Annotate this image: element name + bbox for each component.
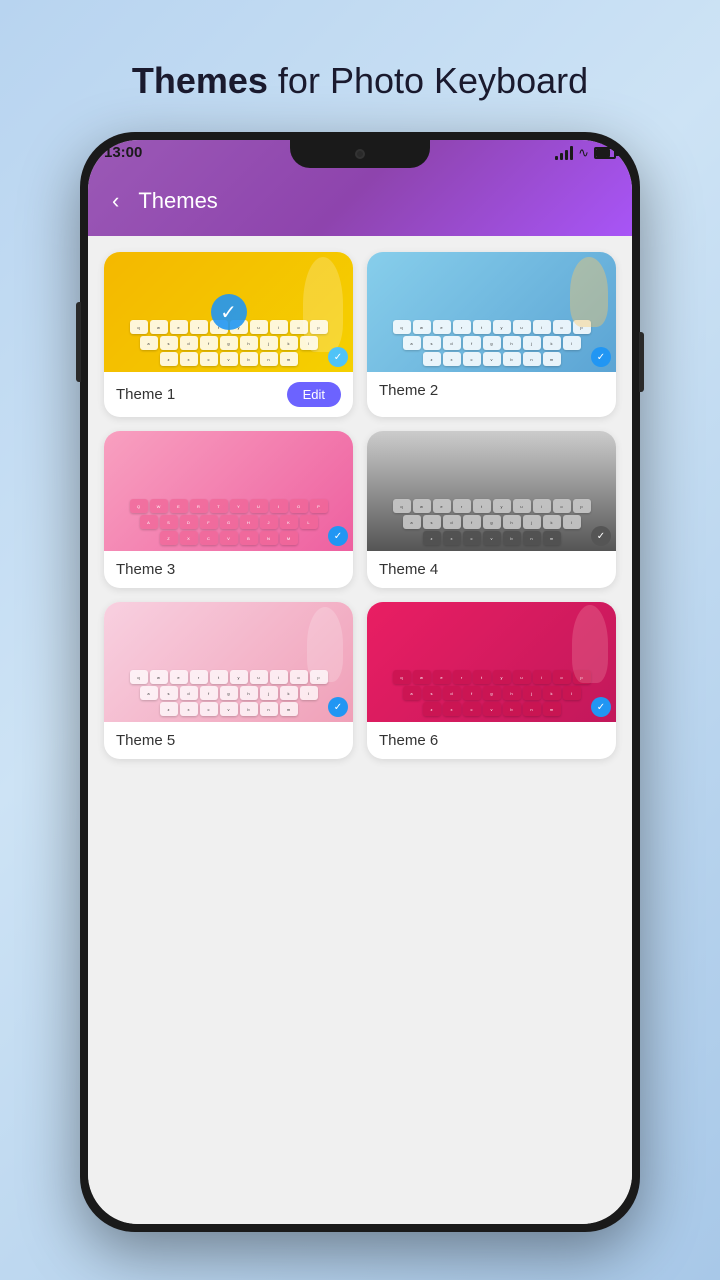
theme-6-preview: qwertyuiop asdfghjkl zxcvbnm ✓ xyxy=(367,602,616,722)
theme-card-4[interactable]: qwertyuiop asdfghjkl zxcvbnm ✓ xyxy=(367,431,616,588)
camera xyxy=(355,149,365,159)
theme-6-label-row: Theme 6 xyxy=(367,722,616,759)
volume-button xyxy=(76,302,81,382)
signal-icon xyxy=(555,146,573,160)
wifi-icon: ∿ xyxy=(578,145,589,161)
theme-2-label: Theme 2 xyxy=(379,382,438,399)
theme-6-label: Theme 6 xyxy=(379,732,438,749)
theme-card-2[interactable]: qwertyuiop asdfghjkl zxcvbnm ✓ xyxy=(367,252,616,417)
theme-card-1[interactable]: qwertyuiop asdfghjkl zxcvbnm xyxy=(104,252,353,417)
theme-5-preview: qwertyuiop asdfghjkl zxcvbnm ✓ xyxy=(104,602,353,722)
theme-3-label-row: Theme 3 xyxy=(104,551,353,588)
theme-1-edit-button[interactable]: Edit xyxy=(287,382,341,407)
notch xyxy=(290,140,430,168)
back-button[interactable]: ‹ xyxy=(108,184,123,218)
theme-3-preview: QWERTYUIOP ASDFGHJKL ZXCVBNM ✓ xyxy=(104,431,353,551)
battery-icon xyxy=(594,147,616,159)
themes-grid: qwertyuiop asdfghjkl zxcvbnm xyxy=(104,252,616,759)
theme-2-label-row: Theme 2 xyxy=(367,372,616,409)
theme-card-3[interactable]: QWERTYUIOP ASDFGHJKL ZXCVBNM ✓ xyxy=(104,431,353,588)
theme-5-label: Theme 5 xyxy=(116,732,175,749)
status-icons: ∿ xyxy=(555,145,616,161)
themes-content: qwertyuiop asdfghjkl zxcvbnm xyxy=(88,236,632,1224)
theme-5-label-row: Theme 5 xyxy=(104,722,353,759)
status-time: 13:00 xyxy=(104,144,142,161)
theme-card-6[interactable]: qwertyuiop asdfghjkl zxcvbnm ✓ xyxy=(367,602,616,759)
theme-2-preview: qwertyuiop asdfghjkl zxcvbnm ✓ xyxy=(367,252,616,372)
header-title: Themes xyxy=(138,188,217,214)
power-button xyxy=(639,332,644,392)
theme-4-preview: qwertyuiop asdfghjkl zxcvbnm ✓ xyxy=(367,431,616,551)
theme-4-label: Theme 4 xyxy=(379,561,438,578)
theme-1-preview: qwertyuiop asdfghjkl zxcvbnm xyxy=(104,252,353,372)
theme-card-5[interactable]: qwertyuiop asdfghjkl zxcvbnm ✓ xyxy=(104,602,353,759)
page-title: Themes for Photo Keyboard xyxy=(132,60,588,102)
phone-frame: 13:00 ∿ ‹ Themes xyxy=(80,132,640,1232)
theme-1-label-row: Theme 1 Edit xyxy=(104,372,353,417)
theme-1-label: Theme 1 xyxy=(116,386,175,403)
theme-3-label: Theme 3 xyxy=(116,561,175,578)
theme-4-label-row: Theme 4 xyxy=(367,551,616,588)
